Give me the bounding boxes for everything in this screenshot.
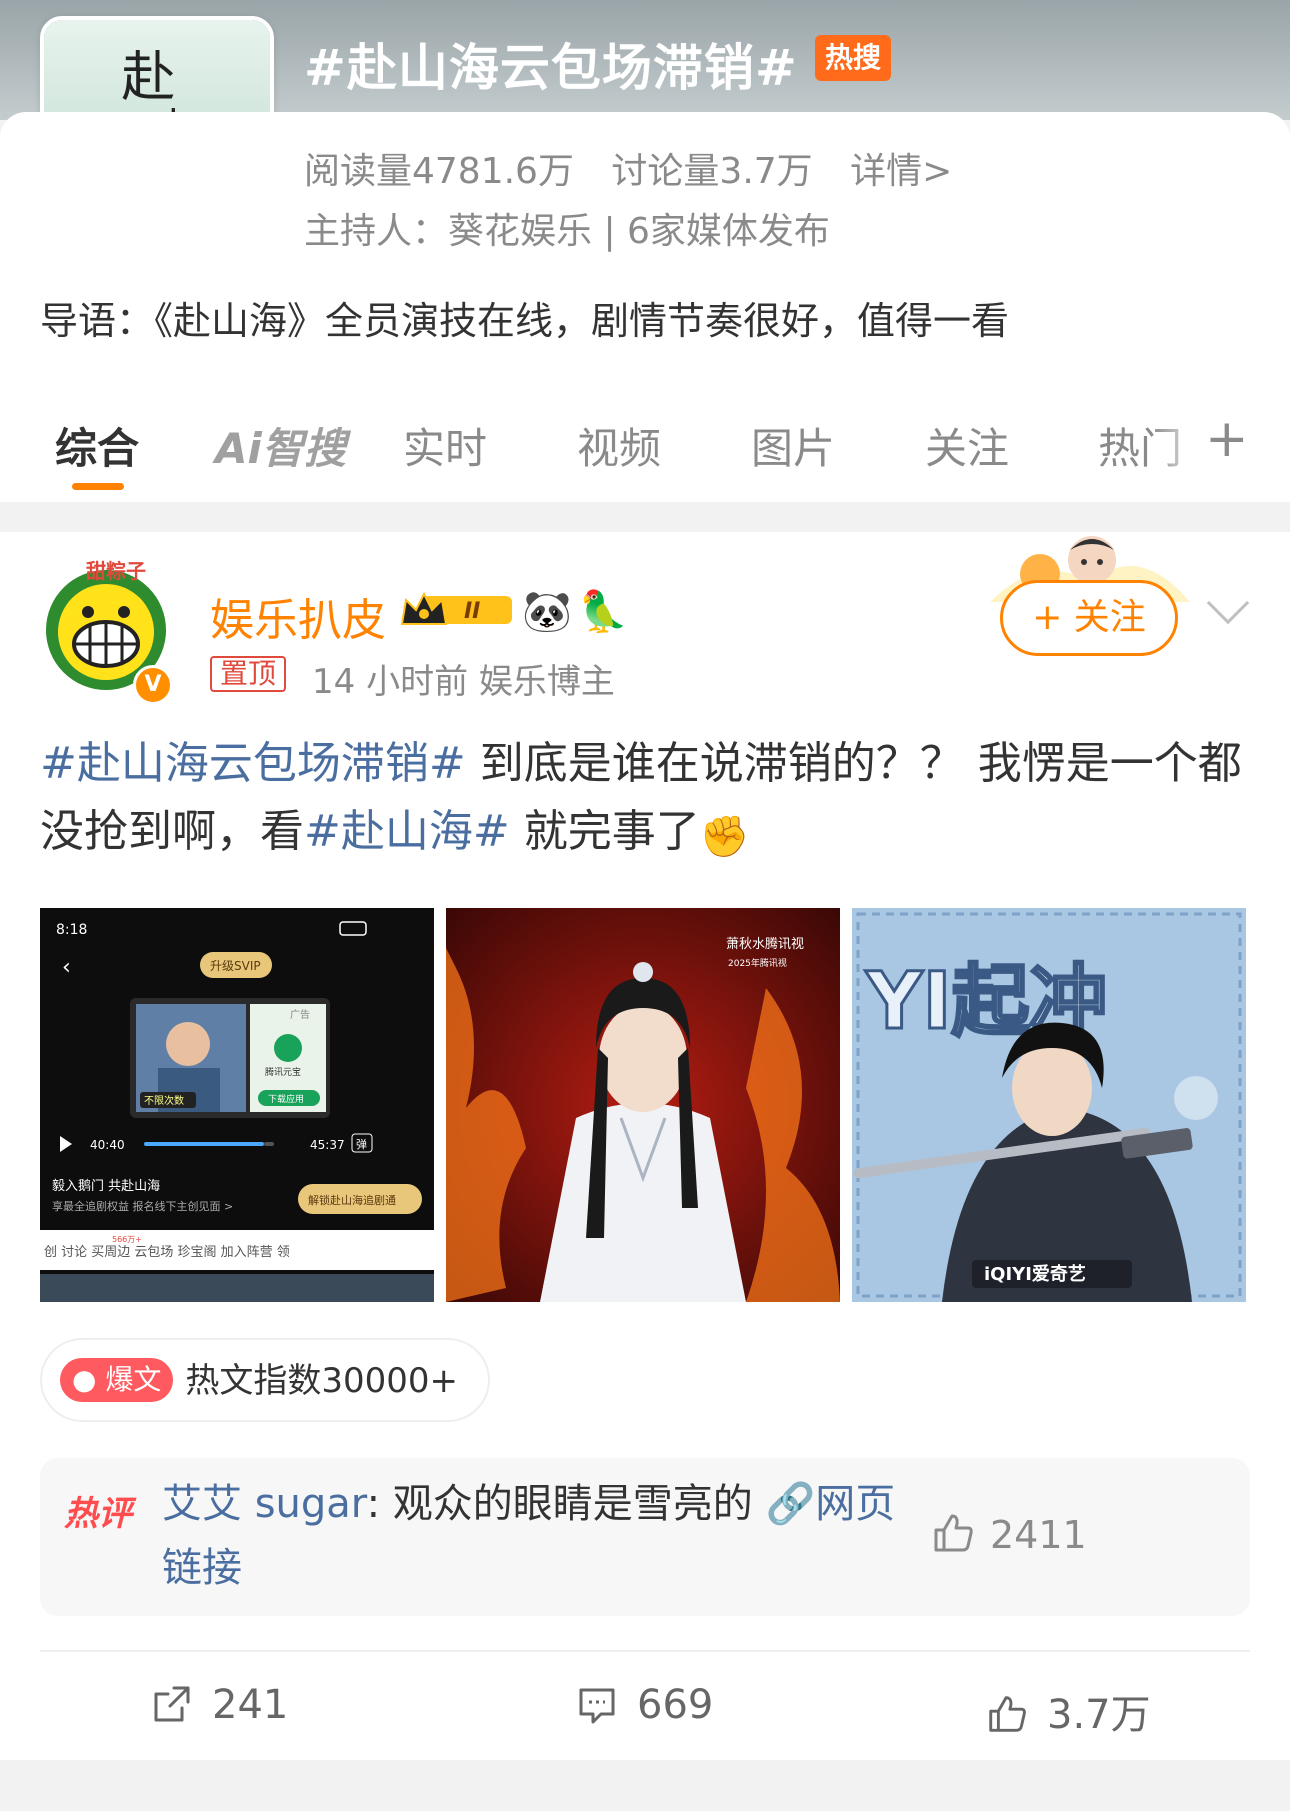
tab-video[interactable]: 视频 bbox=[577, 415, 661, 476]
chevron-down-icon[interactable] bbox=[1206, 581, 1250, 625]
hot-comment[interactable]: 热评 艾艾 sugar: 观众的眼睛是雪亮的 🔗网页链接 2411 bbox=[40, 1458, 1250, 1616]
img2-year: 2025年腾讯视 bbox=[728, 957, 787, 969]
actions-divider bbox=[40, 1650, 1250, 1652]
repost-count: 241 bbox=[212, 1682, 289, 1728]
hot-comment-like-count: 2411 bbox=[990, 1513, 1087, 1557]
img1-caption2: 享最全追剧权益 报名线下主创见面 > bbox=[52, 1199, 233, 1213]
svg-text:甜粽子: 甜粽子 bbox=[86, 560, 146, 583]
img3-brand: iQIYI爱奇艺 bbox=[984, 1263, 1086, 1285]
thumbs-up-icon bbox=[989, 1696, 1026, 1732]
discussion-count: 讨论量3.7万 bbox=[611, 151, 813, 192]
comment-count: 669 bbox=[637, 1682, 714, 1728]
img1-badge566: 566万+ bbox=[112, 1235, 142, 1244]
img1-tencent: 腾讯元宝 bbox=[265, 1066, 301, 1078]
active-tab-indicator bbox=[72, 483, 124, 490]
img1-download: 下载应用 bbox=[268, 1093, 304, 1105]
hot-comment-user[interactable]: 艾艾 sugar bbox=[162, 1481, 367, 1527]
post-text: #赴山海云包场滞销# 到底是谁在说滞销的？？ 我愣是一个都没抢到啊，看#赴山海#… bbox=[40, 730, 1250, 871]
link-icon: 🔗 bbox=[765, 1481, 816, 1527]
read-count: 阅读量4781.6万 bbox=[304, 151, 574, 192]
post-image-2[interactable]: 萧秋水腾讯视 2025年腾讯视 bbox=[446, 908, 840, 1302]
hot-comment-body: : 观众的眼睛是雪亮的 bbox=[366, 1481, 766, 1527]
hot-article-badge: ● 爆文 bbox=[60, 1358, 174, 1402]
verified-v-icon: V bbox=[133, 665, 173, 705]
post-image-3[interactable]: YI起冲 iQIYI爱奇艺 bbox=[852, 908, 1246, 1302]
img1-caption1: 毅入鹅门 共赴山海 bbox=[52, 1178, 160, 1194]
img1-cur-time: 40:40 bbox=[90, 1138, 125, 1152]
panda-badge-icon[interactable]: 🐼 bbox=[522, 588, 572, 635]
post-image-1[interactable]: 8:18 ‹ 升级SVIP 广告 腾讯元宝 下载应用 不限次数 40:40 45… bbox=[40, 908, 434, 1302]
post-username[interactable]: 娱乐扒皮 bbox=[210, 584, 386, 648]
post-text-part-2: 就完事了 bbox=[509, 806, 700, 857]
img1-svip: 升级SVIP bbox=[210, 959, 261, 973]
comment-button[interactable]: 669 bbox=[575, 1682, 713, 1728]
bird-badge-icon[interactable]: 🦜 bbox=[578, 588, 628, 635]
tab-following[interactable]: 关注 bbox=[925, 415, 1009, 476]
pinned-badge: 置顶 bbox=[210, 656, 287, 692]
svg-text:赴: 赴 bbox=[121, 45, 175, 108]
img1-unlock: 解锁赴山海追剧通 bbox=[308, 1193, 396, 1207]
img2-corner-text: 萧秋水腾讯视 bbox=[726, 936, 804, 952]
search-tabs: 综合 Ai智搜 实时 视频 图片 关注 热门 + bbox=[0, 395, 1290, 500]
topic-stats: 阅读量4781.6万 讨论量3.7万 详情> bbox=[304, 142, 978, 194]
hot-index-text: 热文指数30000+ bbox=[185, 1361, 459, 1401]
hot-search-badge: 热搜 bbox=[815, 35, 892, 81]
topic-intro: 导语：《赴山海》全员演技在线，剧情节奏很好，值得一看 bbox=[40, 299, 1010, 343]
post-card: 甜粽子 V 娱乐扒皮 II 🐼 🦜 置顶 14 小时前 娱乐博主 + 关注 #赴… bbox=[0, 532, 1290, 1760]
hot-article-label: 爆文 bbox=[105, 1363, 162, 1396]
share-icon bbox=[154, 1686, 190, 1722]
post-meta: 14 小时前 娱乐博主 bbox=[312, 662, 615, 702]
svg-text:‹: ‹ bbox=[62, 955, 71, 980]
img1-total-time: 45:37 bbox=[310, 1138, 345, 1152]
details-link[interactable]: 详情> bbox=[850, 151, 952, 192]
fist-emoji-icon: ✊ bbox=[699, 814, 750, 860]
tab-ai-search[interactable]: Ai智搜 bbox=[215, 415, 346, 476]
comment-icon bbox=[579, 1688, 615, 1724]
img1-danmaku: 弹 bbox=[356, 1137, 367, 1151]
tab-comprehensive[interactable]: 综合 bbox=[55, 415, 139, 476]
img1-ad: 广告 bbox=[290, 1008, 310, 1021]
like-button[interactable]: 3.7万 bbox=[985, 1682, 1151, 1740]
vip-crown-icon[interactable]: II bbox=[398, 590, 516, 630]
vip-level-text: II bbox=[464, 599, 480, 624]
thumbs-up-icon bbox=[934, 1514, 973, 1552]
add-tab-button[interactable]: + bbox=[1205, 409, 1249, 469]
tab-realtime[interactable]: 实时 bbox=[403, 415, 487, 476]
hot-comment-like[interactable]: 2411 bbox=[930, 1510, 1087, 1557]
hot-comment-text: 艾艾 sugar: 观众的眼睛是雪亮的 🔗网页链接 bbox=[162, 1472, 922, 1600]
img1-time: 8:18 bbox=[56, 922, 87, 938]
hot-comment-tag: 热评 bbox=[64, 1494, 132, 1534]
tabs-fade-overlay bbox=[1150, 395, 1210, 495]
img1-tabs-row: 创 讨论 买周边 云包场 珍宝阁 加入阵营 领 bbox=[44, 1245, 290, 1260]
repost-button[interactable]: 241 bbox=[150, 1682, 288, 1728]
like-count: 3.7万 bbox=[1047, 1692, 1151, 1738]
topic-title: #赴山海云包场滞销# bbox=[304, 39, 798, 97]
follow-button[interactable]: + 关注 bbox=[1000, 580, 1178, 656]
flame-icon: ● bbox=[72, 1363, 106, 1396]
topic-link-1[interactable]: #赴山海云包场滞销# bbox=[40, 738, 466, 789]
topic-link-2[interactable]: #赴山海# bbox=[304, 806, 510, 857]
tab-images[interactable]: 图片 bbox=[751, 415, 835, 476]
img1-not-limited: 不限次数 bbox=[144, 1094, 184, 1107]
hot-index-pill[interactable]: ● 爆文 热文指数30000+ bbox=[40, 1338, 491, 1422]
topic-host[interactable]: 主持人：葵花娱乐 | 6家媒体发布 bbox=[304, 202, 830, 254]
